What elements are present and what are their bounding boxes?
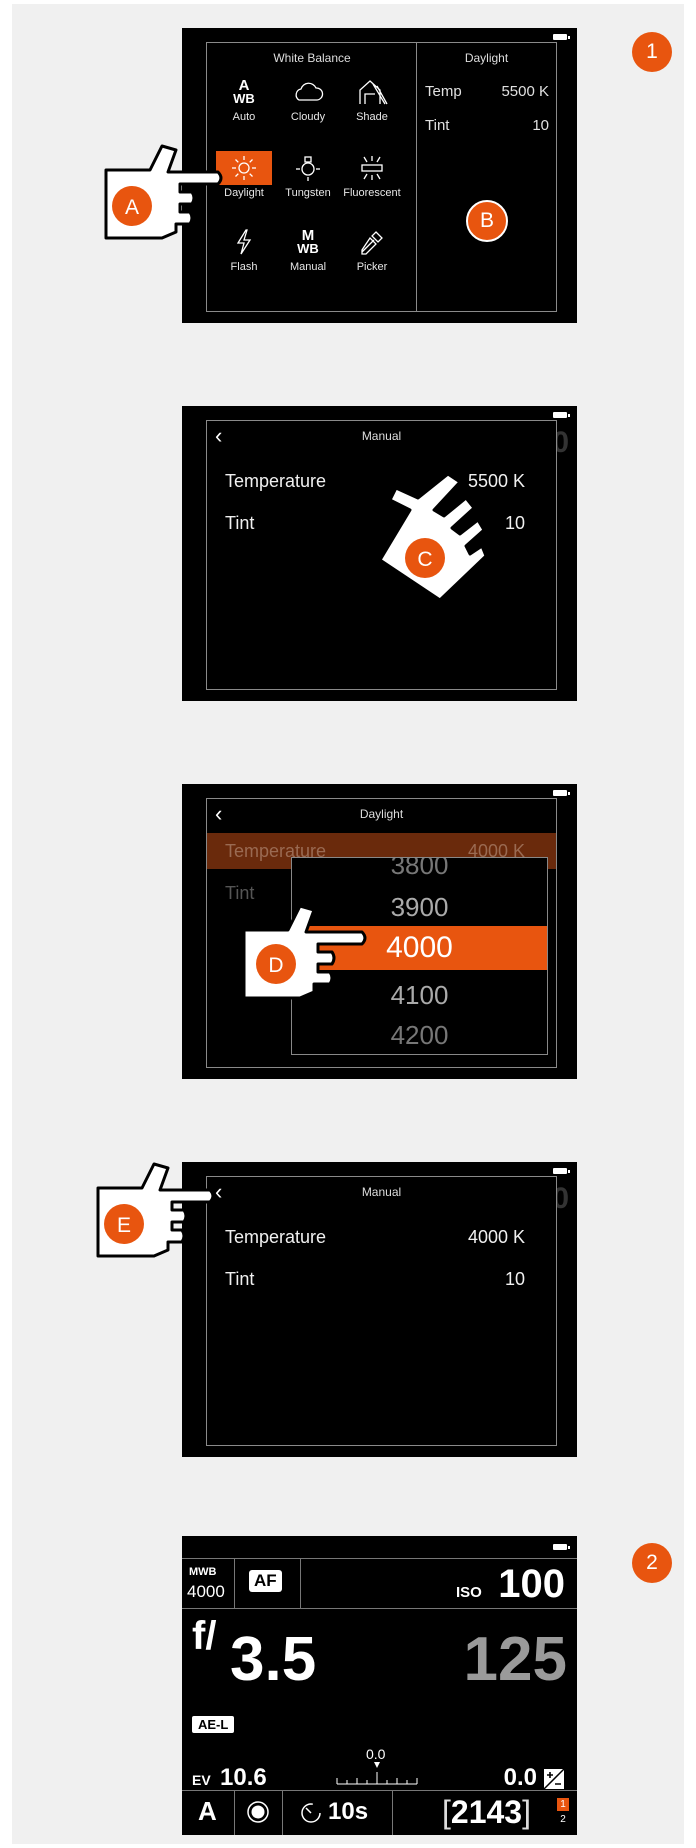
hand-c-letter: C (417, 548, 432, 571)
wb-mode-label: MWB (189, 1566, 217, 1578)
exposure-compensation-value[interactable]: 0.0 (504, 1764, 537, 1792)
status-divider (300, 1558, 301, 1608)
wb-divider (416, 43, 417, 311)
bulb-icon (277, 151, 339, 185)
step-2-badge: 2 (632, 1543, 672, 1583)
self-timer-icon (301, 1803, 321, 1823)
picker-option[interactable]: 3800 (292, 858, 547, 881)
wb-detail-tint: Tint 10 (425, 117, 549, 134)
hand-d-letter: D (268, 954, 283, 977)
wb-manual-option[interactable]: M WB Manual (277, 225, 339, 285)
card-slot-2: 2 (560, 1814, 566, 1825)
hand-b-marker: B (466, 200, 508, 242)
status-divider (234, 1790, 235, 1835)
wb-detail-title: Daylight (464, 51, 509, 65)
exposure-compensation-icon (543, 1768, 565, 1790)
status-divider (182, 1608, 577, 1609)
aperture-prefix: f/ (192, 1614, 217, 1658)
hand-pointer-d-icon: D (242, 904, 367, 1000)
wb-tungsten-option[interactable]: Tungsten (277, 151, 339, 211)
hand-pointer-a-icon: A (104, 144, 223, 240)
hand-a-letter: A (125, 196, 139, 219)
wb-fluorescent-option[interactable]: Fluorescent (341, 151, 403, 211)
mwb-icon: M WB (297, 227, 319, 256)
wb-detail-temp: Temp 5500 K (425, 83, 549, 100)
shade-house-icon (341, 75, 403, 109)
iso-label: ISO (456, 1584, 482, 1601)
wb-manual-label: Manual (289, 261, 327, 273)
hand-e-letter: E (117, 1214, 131, 1237)
manual-title: Manual (361, 1185, 402, 1199)
manual-title: Manual (361, 429, 402, 443)
wb-fluorescent-label: Fluorescent (343, 187, 401, 199)
ev-label: EV (192, 1772, 211, 1788)
wb-menu-screen: White Balance A WB Auto Cloudy Shade Day… (182, 28, 577, 323)
status-divider (182, 1790, 577, 1791)
wb-shade-label: Shade (356, 111, 388, 123)
manual-updated-frame: ‹ Manual Temperature 4000 K Tint 10 (206, 1176, 557, 1446)
status-divider (234, 1558, 235, 1608)
ev-value: 10.6 (220, 1764, 267, 1791)
wb-flash-label: Flash (230, 261, 258, 273)
hand-pointer-c-icon: C (378, 472, 488, 602)
shooting-status-screen: MWB 4000 AF ISO 100 f/ 3.5 125 AE-L EV 1… (182, 1536, 577, 1835)
card-slot-1: 1 (557, 1798, 569, 1811)
exposure-meter-scale (336, 1762, 418, 1785)
wb-shade-option[interactable]: Shade (341, 75, 403, 135)
wb-title: White Balance (273, 51, 351, 65)
shots-remaining: [2143] (442, 1794, 531, 1830)
awb-icon: A WB (233, 77, 255, 106)
shutter-value[interactable]: 125 (464, 1624, 567, 1695)
wb-cloudy-label: Cloudy (290, 111, 326, 123)
hand-pointer-e-icon: E (96, 1162, 215, 1258)
tint-row[interactable]: Tint 10 (225, 1269, 541, 1290)
wb-cloudy-option[interactable]: Cloudy (277, 75, 339, 135)
metering-icon[interactable] (246, 1800, 270, 1824)
status-divider-top (182, 1558, 577, 1559)
eyedropper-icon (341, 225, 403, 259)
aperture-value[interactable]: 3.5 (230, 1624, 316, 1695)
battery-icon (553, 1168, 570, 1174)
af-badge[interactable]: AF (249, 1570, 282, 1592)
temperature-row[interactable]: Temperature 4000 K (225, 1227, 541, 1248)
self-timer-value[interactable]: 10s (328, 1798, 368, 1826)
wb-value: 4000 (187, 1582, 225, 1601)
iso-value[interactable]: 100 (498, 1562, 565, 1607)
ae-lock-badge: AE-L (192, 1716, 235, 1733)
fluorescent-icon (341, 151, 403, 185)
manual-updated-screen: 0 ‹ Manual Temperature 4000 K Tint 10 (182, 1162, 577, 1457)
wb-auto-option[interactable]: A WB Auto (213, 75, 275, 135)
battery-icon (553, 1544, 570, 1550)
wb-picker-option[interactable]: Picker (341, 225, 403, 285)
status-divider (282, 1790, 283, 1835)
wb-tungsten-label: Tungsten (285, 187, 331, 199)
battery-icon (553, 34, 570, 40)
wb-menu-frame: White Balance A WB Auto Cloudy Shade Day… (206, 42, 557, 312)
battery-icon (553, 790, 570, 796)
step-1-badge: 1 (632, 32, 672, 72)
battery-icon (553, 412, 570, 418)
daylight-title: Daylight (359, 807, 404, 821)
wb-picker-label: Picker (356, 261, 388, 273)
shooting-mode[interactable]: A (198, 1796, 217, 1827)
picker-option[interactable]: 4200 (292, 1020, 547, 1051)
status-divider (392, 1790, 393, 1835)
cloud-icon (277, 75, 339, 109)
wb-auto-label: Auto (232, 111, 256, 123)
